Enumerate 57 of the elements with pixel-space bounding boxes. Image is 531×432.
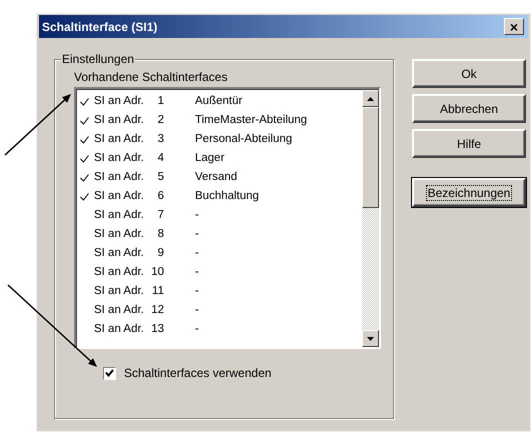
interface-name: Lager xyxy=(195,151,224,166)
scroll-thumb[interactable] xyxy=(362,107,379,208)
scroll-down-button[interactable] xyxy=(362,330,379,347)
annotation-arrow xyxy=(4,94,72,156)
interface-name: TimeMaster-Abteilung xyxy=(195,113,308,128)
address-label: SI an Adr. xyxy=(94,265,145,280)
address-label: SI an Adr. xyxy=(94,246,145,261)
scrollbar[interactable] xyxy=(362,90,379,347)
address-number: 2 xyxy=(156,113,164,128)
address-number: 12 xyxy=(150,303,164,318)
window-title: Schaltinterface (SI1) xyxy=(42,18,158,36)
dialog-button[interactable]: Ok xyxy=(412,59,526,88)
group-title: Einstellungen xyxy=(61,52,136,66)
dialog-button[interactable]: Bezeichnungen xyxy=(412,178,526,207)
address-label: SI an Adr. xyxy=(94,303,145,318)
address-number: 4 xyxy=(156,151,164,166)
interface-name: - xyxy=(195,246,199,261)
address-number: 8 xyxy=(156,227,164,242)
check-icon xyxy=(105,369,114,377)
scroll-up-button[interactable] xyxy=(362,90,379,107)
address-number: 6 xyxy=(156,189,164,204)
address-label: SI an Adr. xyxy=(94,132,145,147)
address-label: SI an Adr. xyxy=(94,151,145,166)
interface-name: Außentür xyxy=(195,94,242,109)
address-number: 13 xyxy=(150,322,164,337)
address-number: 5 xyxy=(156,170,164,185)
address-label: SI an Adr. xyxy=(94,170,145,185)
dialog-button[interactable]: Abbrechen xyxy=(412,94,526,123)
address-label: SI an Adr. xyxy=(94,94,145,109)
interface-name: - xyxy=(195,208,199,223)
address-number: 9 xyxy=(156,246,164,261)
address-number: 10 xyxy=(150,265,164,280)
close-button[interactable]: × xyxy=(504,18,524,35)
interface-name: - xyxy=(195,265,199,280)
address-label: SI an Adr. xyxy=(94,284,145,299)
address-label: SI an Adr. xyxy=(94,322,145,337)
up-arrow-icon xyxy=(367,96,374,100)
address-number: 11 xyxy=(151,284,164,299)
interface-name: - xyxy=(195,227,199,242)
interface-name: - xyxy=(195,284,199,299)
down-arrow-icon xyxy=(367,336,374,340)
list-label: Vorhandene Schaltinterfaces xyxy=(74,70,228,84)
interface-name: Buchhaltung xyxy=(195,189,259,204)
interface-name: Personal-Abteilung xyxy=(195,132,292,147)
address-number: 1 xyxy=(156,94,164,109)
dialog-button[interactable]: Hilfe xyxy=(412,129,526,158)
checkbox[interactable] xyxy=(103,366,116,380)
address-label: SI an Adr. xyxy=(94,208,145,223)
interface-name: Versand xyxy=(195,170,238,185)
address-number: 7 xyxy=(156,208,164,223)
address-label: SI an Adr. xyxy=(94,189,145,204)
checkbox-label: Schaltinterfaces verwenden xyxy=(124,365,272,382)
address-number: 3 xyxy=(156,132,164,147)
address-label: SI an Adr. xyxy=(94,227,145,242)
interface-name: - xyxy=(195,303,199,318)
interface-name: - xyxy=(195,322,199,337)
address-label: SI an Adr. xyxy=(94,113,145,128)
